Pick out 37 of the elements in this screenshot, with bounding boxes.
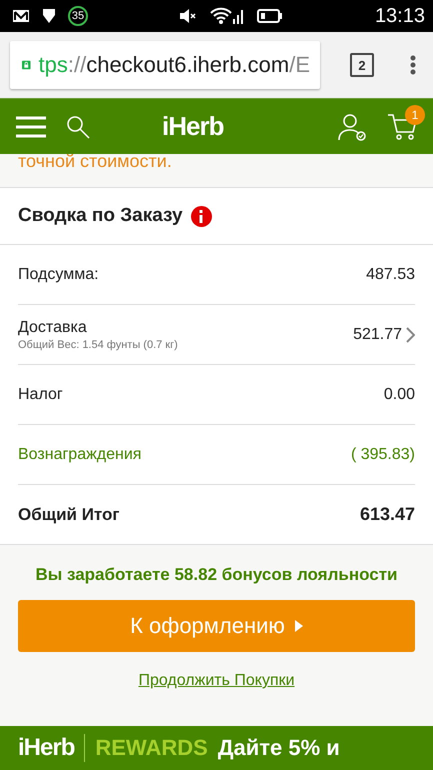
logo[interactable]: iHerb: [162, 111, 224, 142]
chevron-icon[interactable]: [406, 326, 415, 342]
summary-value: ( 395.83): [350, 446, 415, 464]
summary-label: Доставка: [18, 318, 88, 336]
continue-shopping-link[interactable]: Продолжить Покупки: [138, 672, 295, 690]
checkout-button[interactable]: К оформлению: [18, 600, 415, 652]
shield-icon: [42, 8, 56, 24]
address-bar[interactable]: tps://checkout6.iherb.com/E: [10, 41, 320, 89]
tab-count-button[interactable]: 2: [350, 53, 374, 77]
loyalty-bonus-text: Вы заработаете 58.82 бонусов лояльности: [34, 565, 399, 585]
summary-value: 613.47: [360, 504, 415, 525]
mail-icon: [12, 9, 30, 23]
rewards-label: REWARDS: [95, 735, 208, 761]
play-icon: [294, 620, 303, 632]
summary-title: Сводка по Заказу: [18, 205, 183, 227]
banner-text: Дайте 5% и: [218, 735, 340, 761]
battery-icon: [257, 9, 284, 23]
summary-value: 0.00: [384, 386, 415, 404]
summary-label: Общий Итог: [18, 504, 120, 524]
summary-value: 521.77: [353, 326, 402, 344]
summary-value: 487.53: [366, 266, 415, 284]
summary-label: Вознаграждения: [18, 446, 142, 464]
weight-note: Общий Вес: 1.54 фунты (0.7 кг): [18, 338, 178, 350]
summary-label: Подсумма:: [18, 266, 99, 284]
notification-badge: 35: [68, 6, 88, 26]
menu-icon[interactable]: [16, 116, 46, 138]
banner-logo: iHerb: [18, 734, 86, 762]
cart-count: 1: [405, 104, 425, 124]
cart-icon[interactable]: [387, 112, 417, 140]
search-icon[interactable]: [66, 114, 90, 138]
summary-label: Налог: [18, 386, 63, 404]
wifi-icon: [209, 7, 246, 25]
info-icon[interactable]: [190, 206, 212, 226]
account-icon[interactable]: [337, 112, 367, 140]
mute-icon: [179, 8, 198, 24]
menu-icon[interactable]: [410, 55, 416, 75]
clock: 13:13: [374, 4, 425, 28]
